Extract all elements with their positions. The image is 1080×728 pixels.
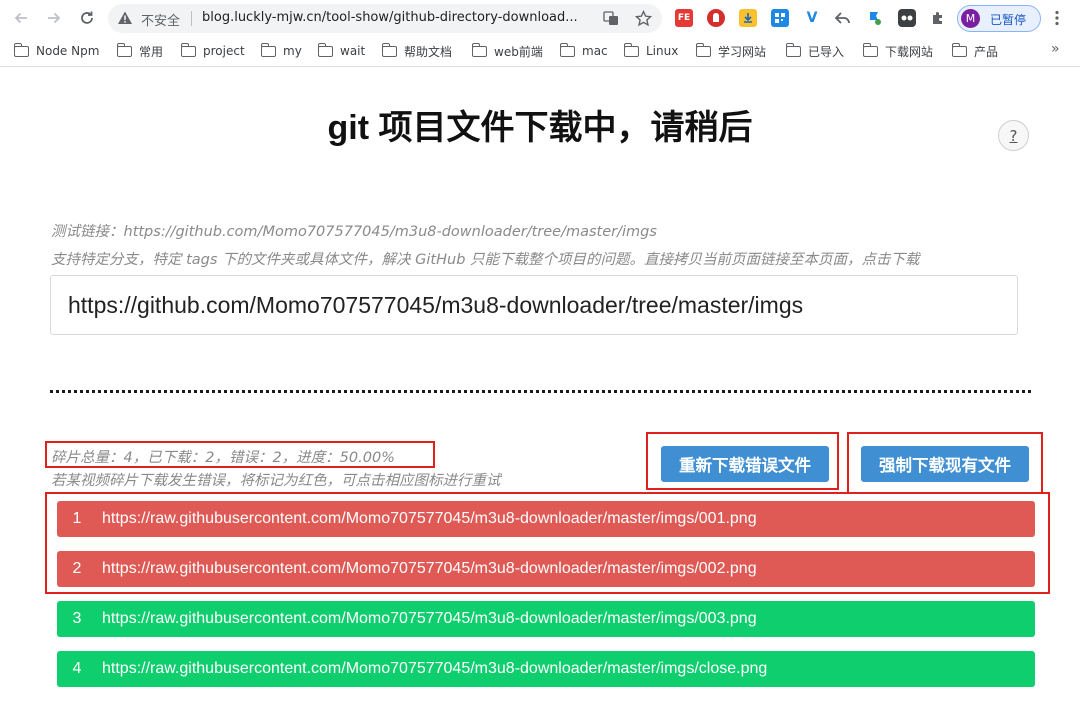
bookmark-project[interactable]: project	[180, 42, 245, 60]
bookmark-products[interactable]: 产品	[951, 42, 999, 60]
address-bar[interactable]: 不安全 blog.luckly-mjw.cn/tool-show/github-…	[108, 4, 662, 33]
bookmark-learning-sites[interactable]: 学习网站	[695, 42, 767, 60]
qr-code-icon[interactable]	[771, 9, 789, 27]
file-row-success[interactable]: 4 https://raw.githubusercontent.com/Momo…	[57, 651, 1035, 687]
bookmarks-bar: Node Npm 常用 project my wait 帮助文档 web前端 m…	[0, 36, 1080, 67]
forward-arrow-icon[interactable]	[42, 6, 66, 30]
folder-icon	[381, 42, 397, 57]
bookmark-label: wait	[340, 44, 366, 58]
force-download-button[interactable]: 强制下载现有文件	[861, 446, 1029, 482]
warning-icon[interactable]	[117, 10, 133, 26]
retry-errors-button[interactable]: 重新下载错误文件	[661, 446, 829, 482]
repo-url-input[interactable]	[50, 275, 1018, 335]
folder-icon	[951, 42, 967, 57]
bookmark-label: 学习网站	[718, 44, 767, 59]
folder-icon	[260, 42, 276, 57]
file-row-error[interactable]: 2 https://raw.githubusercontent.com/Momo…	[57, 551, 1035, 587]
translate-icon[interactable]	[602, 9, 620, 27]
profile-button[interactable]: M 已暂停	[957, 5, 1041, 32]
back-arrow-ext-icon[interactable]	[834, 9, 852, 27]
bookmark-download-sites[interactable]: 下载网站	[862, 42, 934, 60]
tampermonkey-icon[interactable]	[898, 9, 916, 27]
fe-helper-icon[interactable]: FE	[675, 9, 693, 27]
folder-icon	[623, 42, 639, 57]
test-link-hint: 测试链接：https://github.com/Momo707577045/m3…	[51, 224, 657, 240]
download-ext-icon[interactable]	[739, 9, 757, 27]
bookmark-common[interactable]: 常用	[116, 42, 164, 60]
folder-icon	[695, 42, 711, 57]
bookmark-label: 产品	[974, 44, 999, 59]
bookmark-node-npm[interactable]: Node Npm	[13, 42, 100, 60]
file-url: https://raw.githubusercontent.com/Momo70…	[102, 660, 768, 677]
profile-status-label: 已暂停	[990, 13, 1027, 27]
bookmark-my[interactable]: my	[260, 42, 302, 60]
file-row-error[interactable]: 1 https://raw.githubusercontent.com/Momo…	[57, 501, 1035, 537]
dotted-divider	[50, 390, 1031, 393]
puzzle-icon[interactable]	[929, 9, 947, 27]
file-url: https://raw.githubusercontent.com/Momo70…	[102, 610, 757, 627]
file-url: https://raw.githubusercontent.com/Momo70…	[102, 560, 757, 577]
bookmark-linux[interactable]: Linux	[623, 42, 679, 60]
folder-icon	[471, 42, 487, 57]
vue-devtools-icon[interactable]: V	[803, 9, 821, 27]
url-text[interactable]: blog.luckly-mjw.cn/tool-show/github-dire…	[202, 10, 594, 25]
ublock-icon[interactable]	[707, 9, 725, 27]
bookmark-label: web前端	[494, 44, 543, 59]
bookmark-web-frontend[interactable]: web前端	[471, 42, 543, 60]
bookmark-imported[interactable]: 已导入	[785, 42, 845, 60]
avatar: M	[961, 9, 980, 28]
file-index: 4	[72, 660, 82, 677]
chevron-double-right-icon[interactable]: »	[1051, 41, 1060, 57]
folder-icon	[862, 42, 878, 57]
error-hint: 若某视频碎片下载发生错误，将标记为红色，可点击相应图标进行重试	[51, 473, 501, 489]
star-icon[interactable]	[634, 9, 652, 27]
bookmark-label: my	[283, 44, 302, 58]
folder-icon	[116, 42, 132, 57]
bookmark-label: Node Npm	[36, 44, 100, 58]
bookmark-label: 帮助文档	[404, 44, 453, 59]
file-url: https://raw.githubusercontent.com/Momo70…	[102, 510, 757, 527]
folder-icon	[559, 42, 575, 57]
file-index: 2	[72, 560, 82, 577]
bookmark-label: mac	[582, 44, 608, 58]
file-row-success[interactable]: 3 https://raw.githubusercontent.com/Momo…	[57, 601, 1035, 637]
bookmark-label: Linux	[646, 44, 679, 58]
bookmark-wait[interactable]: wait	[317, 42, 366, 60]
bookmark-label: project	[203, 44, 245, 58]
file-index: 3	[72, 610, 82, 627]
help-button[interactable]: ?	[998, 120, 1029, 151]
support-hint: 支持特定分支，特定 tags 下的文件夹或具体文件，解决 GitHub 只能下载…	[51, 252, 920, 268]
extension-flag-icon[interactable]	[866, 9, 884, 27]
bookmark-help-docs[interactable]: 帮助文档	[381, 42, 453, 60]
more-menu-icon[interactable]	[1050, 7, 1064, 29]
annotation-box-stats	[45, 441, 435, 468]
omnibox-separator	[191, 11, 192, 26]
folder-icon	[317, 42, 333, 57]
reload-icon[interactable]	[75, 6, 99, 30]
browser-toolbar: 不安全 blog.luckly-mjw.cn/tool-show/github-…	[0, 0, 1080, 36]
folder-icon	[785, 42, 801, 57]
bookmark-label: 已导入	[808, 44, 845, 59]
bookmark-label: 常用	[139, 44, 164, 59]
page-title: git 项目文件下载中，请稍后	[327, 109, 753, 147]
folder-icon	[13, 42, 29, 57]
folder-icon	[180, 42, 196, 57]
file-index: 1	[72, 510, 82, 527]
back-arrow-icon[interactable]	[9, 6, 33, 30]
insecure-label[interactable]: 不安全	[141, 10, 180, 29]
bookmark-label: 下载网站	[885, 44, 934, 59]
bookmark-mac[interactable]: mac	[559, 42, 608, 60]
